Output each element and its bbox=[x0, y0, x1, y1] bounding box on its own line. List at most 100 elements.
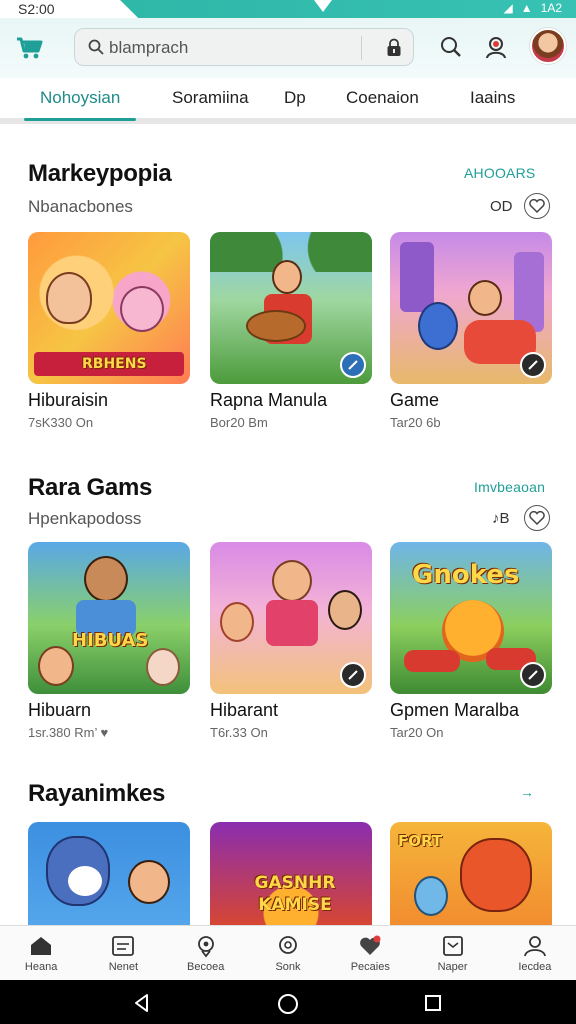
character-face bbox=[68, 866, 102, 896]
play-icon bbox=[348, 360, 358, 370]
play-badge[interactable] bbox=[340, 662, 366, 688]
magnifier-icon bbox=[441, 37, 461, 57]
section-meta: ♪B bbox=[492, 510, 510, 527]
nav-label: Nenet bbox=[108, 961, 139, 973]
nav-label: Becoea bbox=[187, 961, 225, 973]
pin-icon bbox=[197, 936, 214, 958]
system-navigation-bar bbox=[0, 980, 576, 1024]
tab-soramiina[interactable]: Soramiina bbox=[172, 88, 249, 108]
nav-label: Pecaies bbox=[350, 961, 390, 973]
play-badge[interactable] bbox=[520, 662, 546, 688]
game-thumbnail: HIBUAS bbox=[28, 542, 190, 694]
cart-icon[interactable] bbox=[14, 32, 44, 62]
character-figure bbox=[128, 860, 170, 904]
heart-icon bbox=[529, 199, 545, 213]
notification-button[interactable] bbox=[482, 32, 512, 62]
header-search-button[interactable] bbox=[436, 32, 466, 62]
section-title: Rayanimkes bbox=[28, 780, 166, 807]
nav-label: Iecdea bbox=[518, 961, 552, 973]
nav-favorites[interactable]: Pecaies bbox=[329, 926, 411, 980]
lock-icon[interactable] bbox=[385, 38, 403, 58]
thumbnail-title: Gnokes bbox=[412, 560, 520, 590]
favorite-button[interactable] bbox=[524, 505, 550, 531]
game-card[interactable]: Hibarant T6r.33 On bbox=[210, 542, 372, 740]
game-card[interactable]: Gnokes Gpmen Maralba Tar20 On bbox=[390, 542, 552, 740]
search-bar[interactable] bbox=[74, 28, 414, 66]
recents-icon[interactable] bbox=[424, 994, 442, 1012]
play-badge[interactable] bbox=[340, 352, 366, 378]
status-bar: S2:00 ◢ ▲ 1A2 bbox=[0, 0, 576, 18]
home-icon bbox=[31, 937, 52, 955]
nav-label: Sonk bbox=[275, 961, 301, 973]
game-card[interactable]: Rapna Manula Bor20 Bm bbox=[210, 232, 372, 430]
section-see-all-link[interactable]: Imvbeaoan bbox=[474, 479, 545, 495]
nav-home[interactable]: Heana bbox=[0, 926, 82, 980]
character-figure bbox=[468, 280, 502, 316]
game-meta: Bor20 Bm bbox=[210, 415, 268, 430]
game-title: Hibarant bbox=[210, 700, 279, 720]
nav-library[interactable]: Naper bbox=[411, 926, 493, 980]
character-figure bbox=[146, 648, 180, 686]
tab-dp[interactable]: Dp bbox=[284, 88, 306, 108]
status-time: S2:00 bbox=[18, 1, 55, 17]
game-thumbnail bbox=[210, 542, 372, 694]
game-card[interactable]: Game Tar20 6b bbox=[390, 232, 552, 430]
user-alert-icon bbox=[486, 37, 506, 59]
lamp-shape bbox=[414, 876, 448, 916]
game-title: Hiburaisin bbox=[28, 390, 109, 410]
game-meta: 7sK330 On bbox=[28, 415, 94, 430]
news-icon bbox=[112, 936, 135, 956]
category-tabs: Nohoysian Soramiina Dp Coenaion Iaains bbox=[0, 78, 576, 124]
game-meta: Tar20 6b bbox=[390, 415, 441, 430]
game-title: Hibuarn bbox=[28, 700, 92, 720]
status-right-text: 1A2 bbox=[540, 1, 562, 15]
nav-news[interactable]: Nenet bbox=[82, 926, 164, 980]
character-figure bbox=[84, 556, 128, 602]
game-thumbnail: RBHENS bbox=[28, 232, 190, 384]
signal-icon: ◢ bbox=[503, 1, 513, 15]
profile-icon bbox=[523, 936, 546, 957]
heart-icon bbox=[360, 935, 381, 955]
game-card[interactable]: HIBUAS Hibuarn 1sr.380 Rm’ ♥ bbox=[28, 542, 190, 740]
nav-search[interactable]: Sonk bbox=[247, 926, 329, 980]
section-see-all-link[interactable]: → bbox=[520, 784, 534, 800]
back-icon[interactable] bbox=[132, 993, 152, 1013]
top-header bbox=[0, 18, 576, 78]
character-figure bbox=[46, 272, 92, 324]
game-title: Rapna Manula bbox=[210, 390, 328, 410]
tab-iaains[interactable]: Iaains bbox=[470, 88, 515, 108]
profile-avatar[interactable] bbox=[530, 28, 566, 64]
nav-profile[interactable]: Iecdea bbox=[494, 926, 576, 980]
home-circle-icon[interactable] bbox=[277, 993, 299, 1015]
wifi-icon: ▲ bbox=[520, 1, 533, 15]
tab-nohoysian[interactable]: Nohoysian bbox=[40, 88, 120, 108]
favorite-button[interactable] bbox=[524, 193, 550, 219]
game-thumbnail: Gnokes bbox=[390, 542, 552, 694]
search-icon bbox=[88, 39, 104, 55]
game-thumbnail bbox=[390, 232, 552, 384]
game-meta: 1sr.380 Rm’ ♥ bbox=[28, 725, 109, 740]
nav-discover[interactable]: Becoea bbox=[165, 926, 247, 980]
section-subtitle: Nbanacbones bbox=[28, 197, 133, 216]
play-badge[interactable] bbox=[520, 352, 546, 378]
guitar-shape bbox=[246, 310, 306, 342]
section-title: Rara Gams bbox=[28, 474, 153, 501]
character-body bbox=[266, 600, 318, 646]
game-card[interactable]: RBHENS Hiburaisin 7sK330 On bbox=[28, 232, 190, 430]
character-arm bbox=[404, 650, 460, 672]
library-icon bbox=[442, 936, 463, 956]
character-figure bbox=[120, 286, 164, 332]
thumbnail-title: GASNHR KAMISE bbox=[254, 873, 336, 915]
tab-coenaion[interactable]: Coenaion bbox=[346, 88, 419, 108]
bottom-navigation: Heana Nenet Becoea Sonk Pecaies Naper Ie… bbox=[0, 925, 576, 980]
game-title: Game bbox=[390, 390, 440, 410]
character-figure bbox=[328, 590, 362, 630]
character-figure bbox=[272, 260, 302, 294]
thumbnail-title: RBHENS bbox=[82, 356, 147, 372]
game-title: Gpmen Maralba bbox=[390, 700, 520, 720]
game-meta: T6r.33 On bbox=[210, 725, 268, 740]
section-meta: OD bbox=[490, 198, 513, 215]
character-figure bbox=[272, 560, 312, 602]
search-input[interactable] bbox=[109, 36, 359, 60]
section-see-all-link[interactable]: AHOOARS bbox=[464, 165, 535, 181]
